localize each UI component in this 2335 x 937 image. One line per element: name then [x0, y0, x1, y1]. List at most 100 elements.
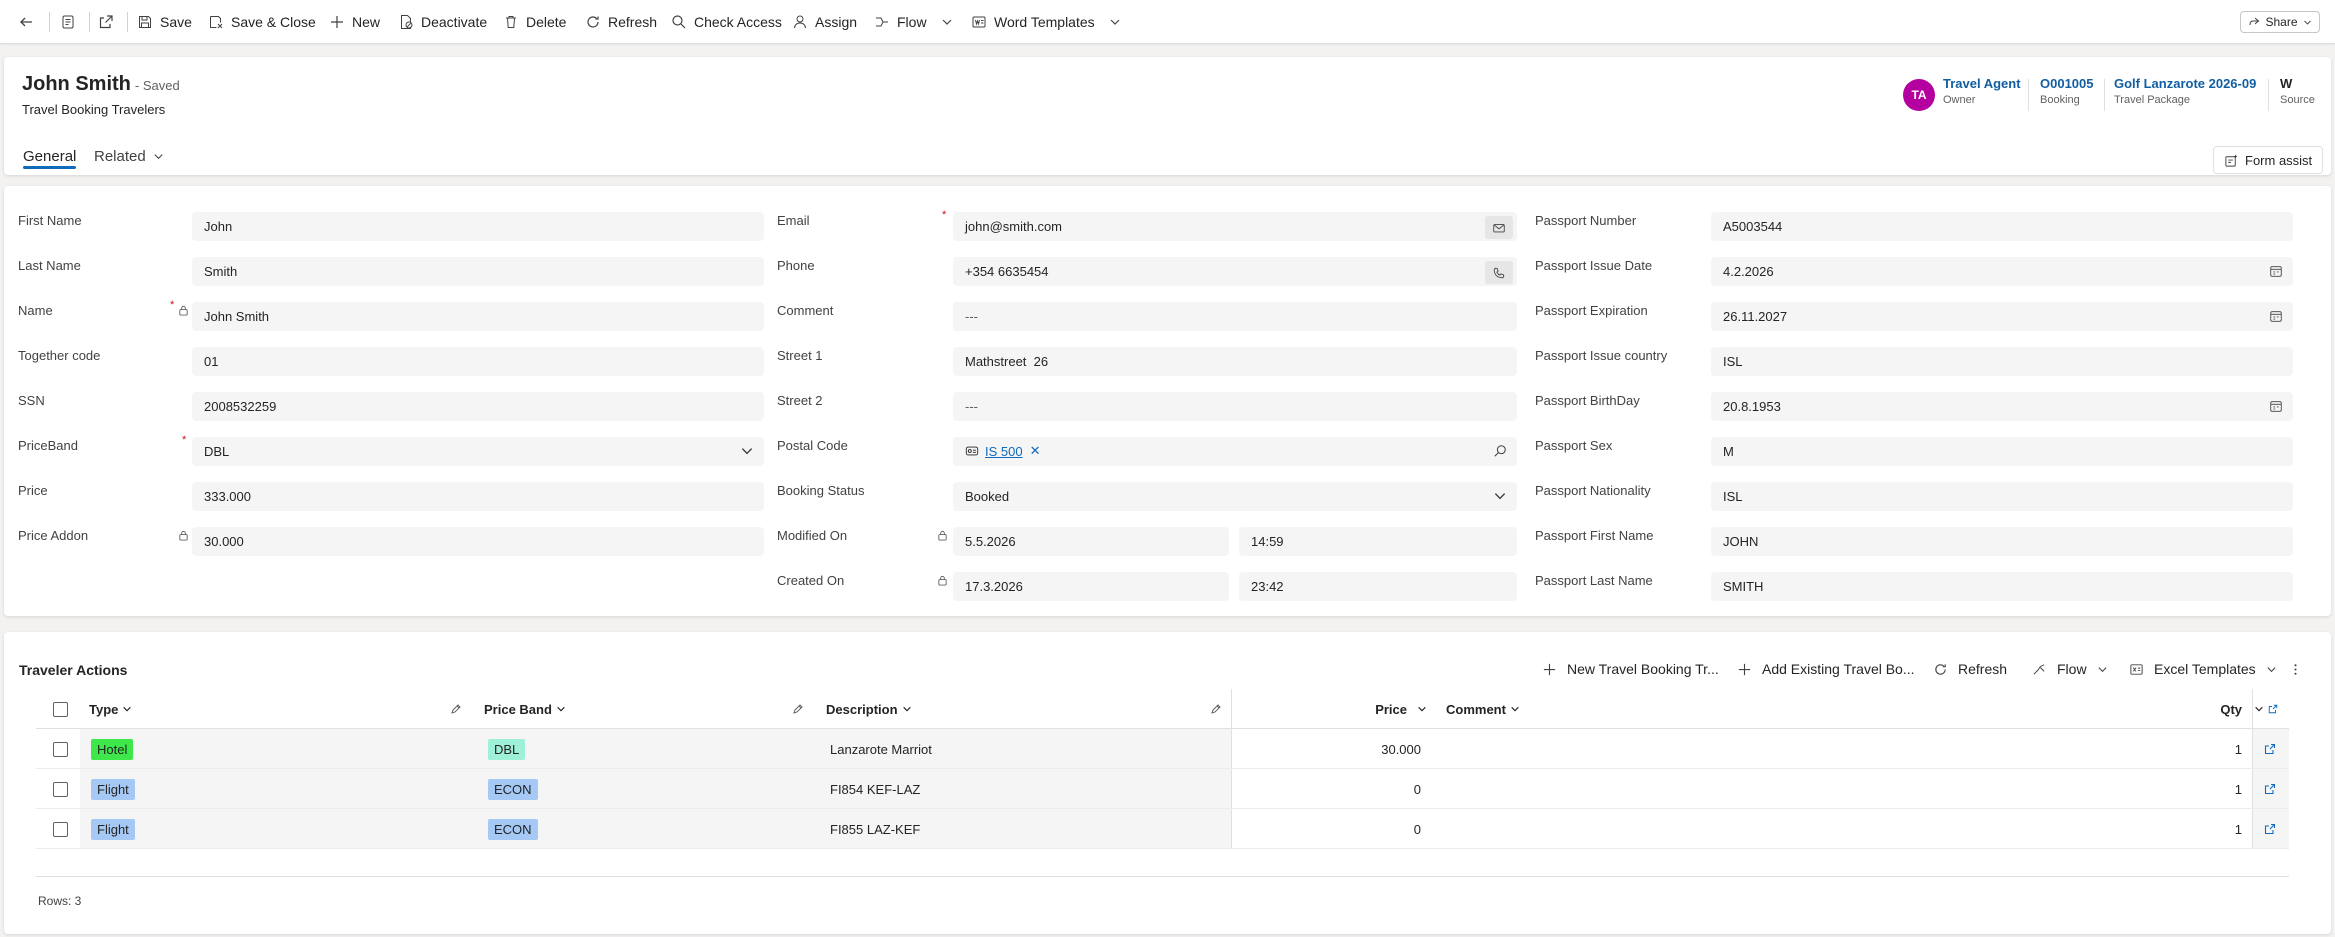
- subgrid-refresh-button[interactable]: Refresh: [1933, 656, 2007, 682]
- chevron-down-icon: [1418, 706, 1426, 712]
- word-templates-button[interactable]: Word Templates: [971, 0, 1121, 44]
- refresh-button[interactable]: Refresh: [585, 0, 657, 44]
- passport-expiration-input[interactable]: 26.11.2027: [1711, 302, 2293, 331]
- column-header-comment[interactable]: Comment: [1446, 689, 1520, 729]
- call-phone-button[interactable]: [1485, 261, 1513, 284]
- deactivate-button[interactable]: Deactivate: [398, 0, 487, 44]
- passport-first-name-input[interactable]: JOHN: [1711, 527, 2293, 556]
- comment-input[interactable]: ---: [953, 302, 1517, 331]
- refresh-icon: [1935, 663, 1946, 675]
- save-button[interactable]: Save: [137, 0, 192, 44]
- booking-status-select[interactable]: Booked: [953, 482, 1517, 511]
- postal-code-lookup[interactable]: IS 500 ✕: [953, 437, 1517, 466]
- street-2-input[interactable]: ---: [953, 392, 1517, 421]
- delete-button[interactable]: Delete: [503, 0, 566, 44]
- passport-number-input[interactable]: A5003544: [1711, 212, 2293, 241]
- new-button[interactable]: New: [329, 0, 380, 44]
- travel-package-value[interactable]: Golf Lanzarote 2026-09: [2114, 76, 2256, 91]
- field-postal-code: Postal Code IS 500 ✕: [777, 436, 1517, 466]
- booking-value[interactable]: O001005: [2040, 76, 2094, 91]
- open-row-button[interactable]: [2264, 729, 2276, 769]
- last-name-input[interactable]: Smith: [192, 257, 764, 286]
- created-on-time[interactable]: 23:42: [1239, 572, 1517, 601]
- assign-button[interactable]: Assign: [792, 0, 857, 44]
- add-existing-button[interactable]: Add Existing Travel Bo...: [1737, 656, 1915, 682]
- plus-icon: [331, 16, 343, 28]
- header-booking[interactable]: O001005 Booking: [2040, 76, 2094, 106]
- created-on-date[interactable]: 17.3.2026: [953, 572, 1229, 601]
- table-row[interactable]: Flight ECON FI854 KEF-LAZ 0 1: [36, 769, 2289, 809]
- open-all-icon-header[interactable]: [2264, 689, 2278, 729]
- tab-related[interactable]: Related: [94, 137, 164, 175]
- save-close-button[interactable]: Save & Close: [208, 0, 316, 44]
- edit-column-icon[interactable]: [450, 703, 462, 715]
- header-owner[interactable]: Travel Agent Owner: [1943, 76, 2021, 106]
- postal-code-tag[interactable]: IS 500: [965, 444, 1023, 459]
- more-vertical-icon: [2294, 663, 2297, 675]
- price-label: Price: [18, 483, 48, 498]
- phone-input[interactable]: +354 6635454: [953, 257, 1517, 286]
- passport-nationality-input[interactable]: ISL: [1711, 482, 2293, 511]
- remove-value-icon[interactable]: ✕: [1030, 443, 1041, 459]
- excel-templates-button[interactable]: Excel Templates: [2129, 656, 2277, 682]
- send-email-button[interactable]: [1485, 216, 1513, 239]
- field-created-on: Created On 17.3.2026 23:42: [777, 571, 1517, 601]
- email-input[interactable]: john@smith.com: [953, 212, 1517, 241]
- table-row[interactable]: Flight ECON FI855 LAZ-KEF 0 1: [36, 809, 2289, 849]
- check-access-button[interactable]: Check Access: [671, 0, 782, 44]
- passport-issue-country-input[interactable]: ISL: [1711, 347, 2293, 376]
- calendar-icon[interactable]: [2269, 399, 2283, 413]
- calendar-icon[interactable]: [2269, 264, 2283, 278]
- tab-general[interactable]: General: [23, 137, 77, 175]
- select-all-checkbox[interactable]: [53, 689, 68, 729]
- arrow-left-icon: [20, 17, 32, 27]
- passport-birthday-input[interactable]: 20.8.1953: [1711, 392, 2293, 421]
- column-header-description[interactable]: Description: [826, 689, 912, 729]
- price-input[interactable]: 333.000: [192, 482, 764, 511]
- row-checkbox[interactable]: [53, 769, 68, 809]
- column-header-type[interactable]: Type: [89, 689, 132, 729]
- first-name-input[interactable]: John: [192, 212, 764, 241]
- owner-value[interactable]: Travel Agent: [1943, 76, 2021, 91]
- owner-avatar[interactable]: TA: [1903, 79, 1935, 111]
- open-new-window-button[interactable]: [98, 0, 121, 44]
- table-row[interactable]: Hotel DBL Lanzarote Marriot 30.000 1: [36, 729, 2289, 769]
- new-travel-booking-button[interactable]: New Travel Booking Tr...: [1542, 656, 1719, 682]
- passport-last-name-input[interactable]: SMITH: [1711, 572, 2293, 601]
- postal-code-value: IS 500: [985, 443, 1023, 459]
- column-header-price[interactable]: Price: [1232, 689, 1427, 729]
- column-header-qty[interactable]: Qty: [2136, 689, 2264, 729]
- header-travel-package[interactable]: Golf Lanzarote 2026-09 Travel Package: [2114, 76, 2256, 106]
- calendar-icon[interactable]: [2269, 309, 2283, 323]
- price-band-label: PriceBand: [18, 438, 78, 453]
- price-band-select[interactable]: DBL: [192, 437, 764, 466]
- street-1-input[interactable]: Mathstreet 26: [953, 347, 1517, 376]
- column-header-price-band[interactable]: Price Band: [484, 689, 566, 729]
- share-button[interactable]: Share: [2240, 11, 2320, 33]
- flow-button[interactable]: Flow: [874, 0, 953, 44]
- name-input[interactable]: John Smith: [192, 302, 764, 331]
- ssn-input[interactable]: 2008532259: [192, 392, 764, 421]
- form-assist-button[interactable]: Form assist: [2213, 146, 2324, 174]
- modified-on-time[interactable]: 14:59: [1239, 527, 1517, 556]
- subgrid-flow-label: Flow: [2057, 661, 2087, 677]
- modified-on-date[interactable]: 5.5.2026: [953, 527, 1229, 556]
- row-checkbox[interactable]: [53, 809, 68, 849]
- refresh-icon: [587, 16, 599, 28]
- passport-issue-date-input[interactable]: 4.2.2026: [1711, 257, 2293, 286]
- search-icon[interactable]: [1493, 444, 1507, 458]
- edit-column-icon[interactable]: [1210, 703, 1222, 715]
- share-icon: [2249, 17, 2260, 26]
- back-button[interactable]: [18, 0, 41, 44]
- form-view-button[interactable]: [60, 0, 83, 44]
- row-checkbox[interactable]: [53, 729, 68, 769]
- price-addon-input[interactable]: 30.000: [192, 527, 764, 556]
- open-row-button[interactable]: [2264, 809, 2276, 849]
- more-commands-button[interactable]: [2288, 656, 2303, 682]
- edit-column-icon[interactable]: [792, 703, 804, 715]
- passport-sex-input[interactable]: M: [1711, 437, 2293, 466]
- field-passport-expiration: Passport Expiration 26.11.2027: [1535, 301, 2293, 331]
- subgrid-flow-button[interactable]: Flow: [2032, 656, 2108, 682]
- open-row-button[interactable]: [2264, 769, 2276, 809]
- together-code-input[interactable]: 01: [192, 347, 764, 376]
